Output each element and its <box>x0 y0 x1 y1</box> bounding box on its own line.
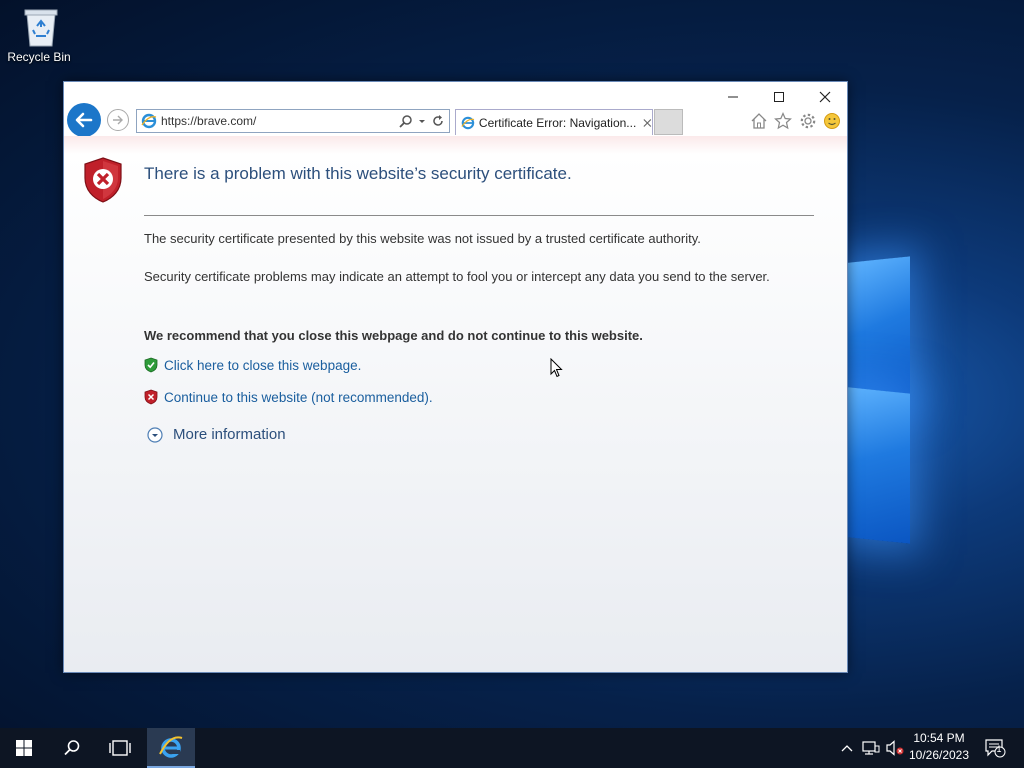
new-tab-button[interactable] <box>654 109 683 135</box>
untrusted-authority-text: The security certificate presented by th… <box>144 231 701 246</box>
ie-window: https://brave.com/ Certificate Error: Na… <box>63 81 848 673</box>
chevron-down-icon[interactable] <box>416 114 428 128</box>
divider <box>144 215 814 216</box>
arrow-left-icon <box>75 112 93 128</box>
start-button[interactable] <box>0 728 48 768</box>
search-icon[interactable] <box>399 114 413 128</box>
windows-logo-wallpaper <box>840 230 960 544</box>
volume-tray-button[interactable] <box>884 728 906 768</box>
green-shield-check-icon <box>144 357 158 373</box>
home-icon[interactable] <box>749 111 769 131</box>
ie-tab-icon <box>461 116 475 129</box>
minimize-button[interactable] <box>710 86 756 108</box>
search-icon <box>64 740 80 756</box>
task-view-icon <box>109 740 131 756</box>
maximize-button[interactable] <box>756 86 802 108</box>
taskbar: 10:54 PM 10/26/2023 1 <box>0 728 1024 768</box>
internet-explorer-icon <box>159 736 183 758</box>
recycle-bin-icon <box>23 6 58 47</box>
tab-certificate-error[interactable]: Certificate Error: Navigation... <box>455 109 653 135</box>
error-shield-icon <box>82 156 124 204</box>
notification-count: 1 <box>996 744 1002 754</box>
recommendation-text: We recommend that you close this webpage… <box>144 328 643 343</box>
windows-start-icon <box>16 740 32 756</box>
close-tab-icon[interactable] <box>643 118 652 128</box>
action-center-button[interactable]: 1 <box>980 728 1010 768</box>
search-button[interactable] <box>48 728 96 768</box>
refresh-icon[interactable] <box>431 114 445 128</box>
close-webpage-link[interactable]: Click here to close this webpage. <box>164 358 361 373</box>
browser-toolbar: https://brave.com/ Certificate Error: Na… <box>64 82 848 137</box>
security-warning-text: Security certificate problems may indica… <box>144 269 770 284</box>
network-icon <box>862 741 880 755</box>
star-icon[interactable] <box>773 111 793 131</box>
close-webpage-link-row[interactable]: Click here to close this webpage. <box>144 357 361 373</box>
address-bar[interactable]: https://brave.com/ <box>136 109 450 133</box>
mouse-cursor <box>550 357 564 382</box>
certificate-error-page: There is a problem with this website’s s… <box>64 136 847 672</box>
arrow-right-icon <box>113 115 123 125</box>
clock-date: 10/26/2023 <box>908 748 970 762</box>
expand-chevron-icon <box>147 426 163 443</box>
more-information-toggle[interactable]: More information <box>147 426 286 443</box>
tab-label: Certificate Error: Navigation... <box>478 115 637 130</box>
continue-link-row[interactable]: Continue to this website (not recommende… <box>144 389 433 405</box>
volume-muted-icon <box>886 740 904 756</box>
show-hidden-icons-button[interactable] <box>838 728 856 768</box>
task-view-button[interactable] <box>96 728 144 768</box>
address-url: https://brave.com/ <box>161 114 257 128</box>
ie-page-icon <box>141 113 157 129</box>
gear-icon[interactable] <box>798 111 818 131</box>
close-window-button[interactable] <box>802 86 848 108</box>
taskbar-internet-explorer[interactable] <box>147 728 195 768</box>
recycle-bin-label: Recycle Bin <box>7 50 71 64</box>
system-clock[interactable]: 10:54 PM 10/26/2023 <box>906 730 972 764</box>
chevron-up-icon <box>841 745 853 752</box>
more-information-label: More information <box>173 426 286 443</box>
red-shield-x-icon <box>144 389 158 405</box>
continue-to-website-link[interactable]: Continue to this website (not recommende… <box>164 390 433 405</box>
network-tray-button[interactable] <box>860 728 882 768</box>
recycle-bin-shortcut[interactable]: Recycle Bin <box>4 6 74 64</box>
smiley-feedback-icon[interactable] <box>822 111 842 131</box>
page-title: There is a problem with this website’s s… <box>144 164 572 183</box>
forward-button[interactable] <box>107 109 129 131</box>
back-button[interactable] <box>67 103 101 137</box>
clock-time: 10:54 PM <box>913 731 965 745</box>
